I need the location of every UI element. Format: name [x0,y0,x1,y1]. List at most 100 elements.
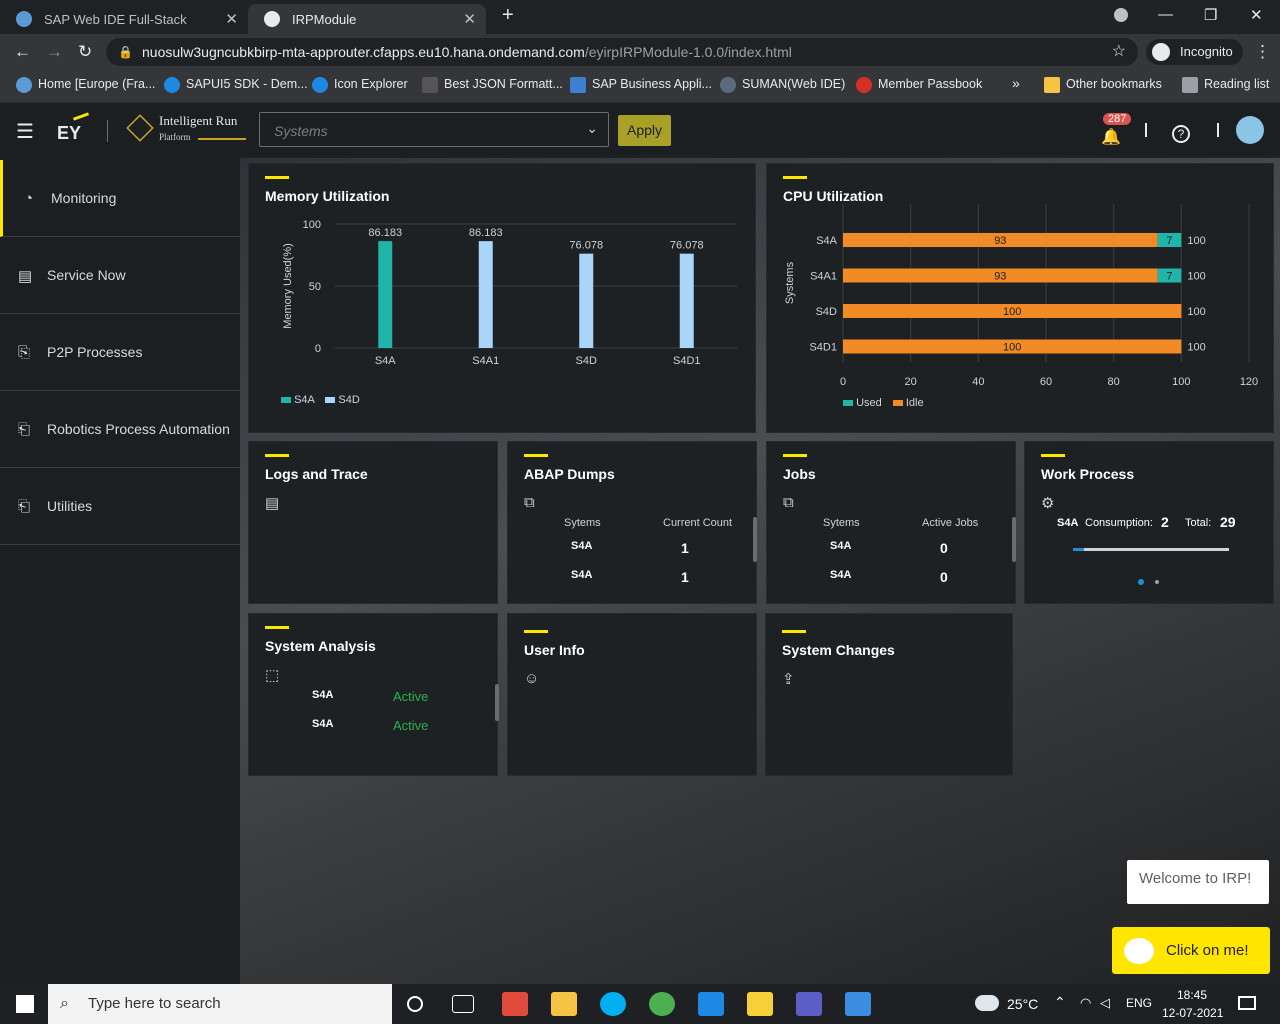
tab-search-icon[interactable] [1114,8,1128,22]
cortana-icon[interactable] [407,996,423,1012]
back-icon[interactable]: ← [14,42,31,62]
tab-sap-web-ide[interactable]: SAP Web IDE Full-Stack ✕ [0,4,248,34]
bell-icon[interactable]: 🔔 [1101,127,1121,147]
taskbar-search-input[interactable]: ⌕ Type here to search [48,984,392,1024]
bookmark-item[interactable]: Best JSON Formatt... [422,77,563,93]
bookmark-item[interactable]: SAPUI5 SDK - Dem... [164,77,308,93]
scrollbar[interactable] [1012,517,1016,562]
close-window-button[interactable]: ✕ [1250,6,1263,24]
notification-center-icon[interactable] [1238,996,1256,1010]
carousel-dot-active[interactable] [1138,579,1144,585]
carousel-dot[interactable] [1155,580,1159,584]
chevron-up-icon[interactable]: ⌃ [1054,994,1066,1011]
bookmark-item[interactable]: SUMAN(Web IDE) [720,77,845,93]
scrollbar[interactable] [495,684,499,721]
jf-icon [422,77,438,93]
new-tab-button[interactable]: + [502,4,514,27]
total-label: 100 [1187,271,1205,283]
reload-icon[interactable]: ↻ [78,42,92,62]
card-title: Jobs [783,466,816,482]
bar [378,241,393,348]
bookmark-item[interactable]: Member Passbook [856,77,982,93]
incognito-icon [1152,43,1170,61]
irp-logo-icon [126,114,154,142]
user-info-card[interactable]: User Info ☺ [507,613,757,776]
teams-icon[interactable] [796,992,822,1016]
data-label: 76.078 [670,240,704,252]
x-tick-label: 40 [972,376,984,388]
data-label: 100 [1003,342,1021,354]
y-axis-label: Memory Used(%) [282,243,294,329]
maximize-button[interactable]: ❐ [1204,6,1217,24]
scrollbar[interactable] [753,517,757,562]
more-bookmarks-button[interactable]: » [990,75,1020,91]
close-icon[interactable]: ✕ [225,10,238,28]
abap-dumps-card[interactable]: ABAP Dumps ⧉ Sytems Current Count S4A 1 … [507,441,757,604]
card-title: User Info [524,642,585,658]
data-label: 7 [1166,235,1172,247]
sidebar-item-service-now[interactable]: ▤ Service Now [0,237,240,314]
reading-list[interactable]: Reading list [1182,77,1269,93]
sticky-notes-icon[interactable] [747,992,773,1016]
system-analysis-card[interactable]: System Analysis ⬚ S4A Active S4A Active [248,613,499,776]
app-icon[interactable] [502,992,528,1016]
jobs-icon: ⧉ [783,494,794,511]
sidebar-item-utilities[interactable]: ⎗ Utilities [0,468,240,545]
hamburger-menu-icon[interactable]: ☰ [16,119,34,144]
chevron-down-icon: ⌄ [586,120,598,136]
y-tick-label: 100 [303,219,321,231]
minimize-button[interactable]: — [1158,6,1173,23]
y-tick-label: S4A [816,235,837,247]
chat-bubble-icon [1124,937,1154,964]
work-process-card[interactable]: Work Process ⚙ S4A Consumption: 2 Total:… [1024,441,1274,604]
systems-select[interactable]: Systems ⌄ [259,112,609,147]
help-icon[interactable]: ? [1172,125,1190,143]
forward-icon[interactable]: → [46,42,63,62]
brand-subtitle: Platform [159,132,191,142]
tab-irpmodule[interactable]: IRPModule ✕ [248,4,486,34]
chat-button[interactable]: Click on me! [1112,927,1270,974]
bar [679,253,694,348]
system-changes-card[interactable]: System Changes ⇪ [765,613,1013,776]
sidebar: ◔ Monitoring ▤ Service Now ⎘ P2P Process… [0,158,240,984]
cpu-chart: 0 20 40 60 80 100 120 Systems 93 7 S4A 100 93 7 S4A1 10… [784,204,1258,388]
chrome-icon[interactable] [649,992,675,1016]
table-cell: S4A [830,540,852,552]
bookmark-item[interactable]: Home [Europe (Fra... [16,77,155,93]
photos-icon[interactable] [845,992,871,1016]
x-tick-label: S4A [375,355,396,367]
menu-kebab-icon[interactable]: ⋮ [1254,42,1271,62]
clock-time[interactable]: 18:45 [1177,988,1207,1002]
accent-bar [265,626,289,629]
jobs-card[interactable]: Jobs ⧉ Sytems Active Jobs S4A 0 S4A 0 [766,441,1016,604]
clock-date[interactable]: 12-07-2021 [1162,1006,1223,1020]
other-bookmarks[interactable]: Other bookmarks [1044,77,1162,93]
column-header: Active Jobs [922,517,979,529]
close-icon[interactable]: ✕ [463,10,476,28]
speaker-icon[interactable]: ◁ [1100,995,1110,1011]
language-indicator[interactable]: ENG [1126,996,1152,1010]
bookmark-item[interactable]: Icon Explorer [312,77,408,93]
sidebar-item-rpa[interactable]: ⎗ Robotics Process Automation [0,391,240,468]
sidebar-item-monitoring[interactable]: ◔ Monitoring [0,160,240,237]
sidebar-item-p2p[interactable]: ⎘ P2P Processes [0,314,240,391]
logs-trace-card[interactable]: Logs and Trace ▤ [248,441,498,604]
star-icon[interactable]: ☆ [1112,38,1126,66]
windows-start-icon[interactable] [16,995,34,1013]
accent-bar [783,176,807,179]
app-area: ☰ EY Intelligent Run Platform Systems ⌄ … [0,103,1280,984]
skype-icon[interactable] [600,992,626,1016]
url-field[interactable]: 🔒 nuosulw3ugncubkbirp-mta-approuter.cfap… [106,38,1138,66]
task-view-icon[interactable] [452,995,474,1013]
incognito-badge[interactable]: Incognito [1146,39,1243,65]
card-title: Logs and Trace [265,466,368,482]
avatar[interactable] [1236,116,1264,144]
accent-bar [265,454,289,457]
wifi-icon[interactable]: ◠ [1080,995,1091,1011]
apply-button[interactable]: Apply [618,115,671,146]
legend-label: Used [856,397,882,409]
temperature[interactable]: 25°C [1007,996,1038,1012]
file-explorer-icon[interactable] [551,992,577,1016]
vscode-icon[interactable] [698,992,724,1016]
bookmark-item[interactable]: SAP Business Appli... [570,77,712,93]
